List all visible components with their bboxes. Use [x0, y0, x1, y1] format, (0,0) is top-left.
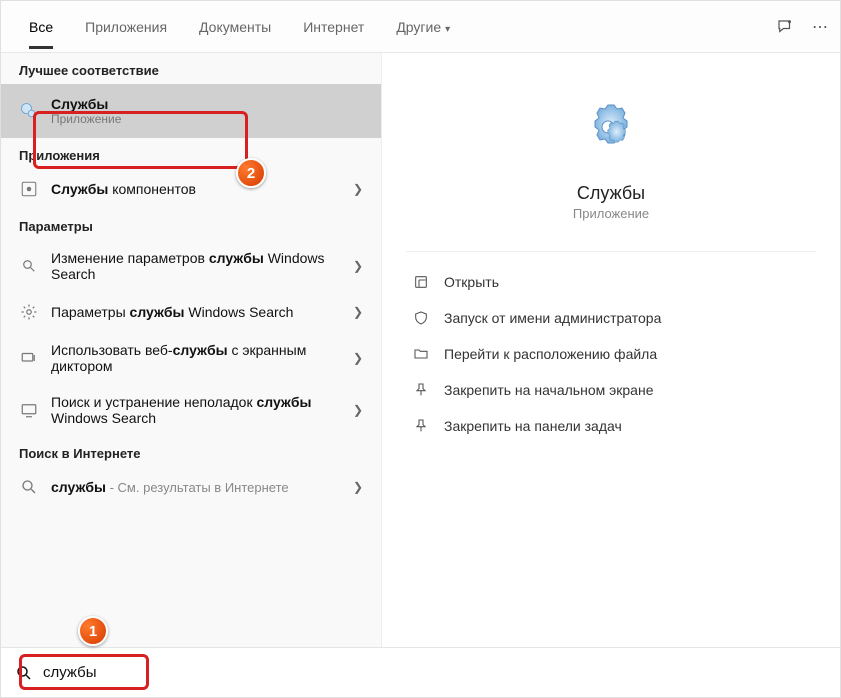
tab-docs[interactable]: Документы: [183, 5, 287, 49]
section-web: Поиск в Интернете: [1, 436, 381, 467]
results-panel: Лучшее соответствие Службы Приложение Пр…: [1, 53, 381, 647]
chevron-right-icon: ❯: [353, 480, 363, 494]
chevron-right-icon: ❯: [353, 259, 363, 273]
more-icon[interactable]: ⋯: [812, 17, 828, 37]
feedback-icon[interactable]: [776, 18, 794, 36]
section-best-match: Лучшее соответствие: [1, 53, 381, 84]
chevron-down-icon: ▾: [445, 24, 450, 35]
component-services-icon: [19, 179, 39, 199]
result-text-rest: компонентов: [108, 181, 196, 197]
tab-apps[interactable]: Приложения: [69, 5, 183, 49]
narrator-icon: [19, 348, 39, 368]
open-icon: [412, 273, 430, 291]
result-best-match[interactable]: Службы Приложение: [1, 84, 381, 138]
action-file-location[interactable]: Перейти к расположению файла: [406, 336, 816, 372]
result-setting-1[interactable]: Изменение параметров службы Windows Sear…: [1, 240, 381, 292]
services-large-icon: [579, 101, 643, 165]
action-open[interactable]: Открыть: [406, 264, 816, 300]
section-settings: Параметры: [1, 209, 381, 240]
gear-icon: [19, 302, 39, 322]
detail-panel: Службы Приложение Открыть Запуск от имен…: [381, 53, 840, 647]
search-input[interactable]: [43, 664, 826, 681]
chevron-right-icon: ❯: [353, 403, 363, 417]
pin-start-icon: [412, 381, 430, 399]
search-icon: [19, 477, 39, 497]
search-icon: [15, 664, 33, 682]
pin-task-icon: [412, 417, 430, 435]
detail-title: Службы: [577, 183, 645, 204]
tab-other[interactable]: Другие▾: [380, 5, 466, 49]
tab-all[interactable]: Все: [13, 5, 69, 49]
section-apps: Приложения: [1, 138, 381, 169]
chevron-right-icon: ❯: [353, 305, 363, 319]
search-bar: [1, 647, 840, 697]
result-setting-2[interactable]: Параметры службы Windows Search ❯: [1, 292, 381, 332]
admin-icon: [412, 309, 430, 327]
filter-tabs: Все Приложения Документы Интернет Другие…: [1, 1, 840, 53]
folder-icon: [412, 345, 430, 363]
result-setting-4[interactable]: Поиск и устранение неполадок службы Wind…: [1, 384, 381, 436]
result-title: Службы: [51, 96, 363, 112]
result-app-components[interactable]: Службы компонентов ❯: [1, 169, 381, 209]
action-run-admin[interactable]: Запуск от имени администратора: [406, 300, 816, 336]
result-web-search[interactable]: службы - См. результаты в Интернете ❯: [1, 467, 381, 507]
services-icon: [19, 101, 39, 121]
annotation-marker-1: 1: [78, 616, 108, 646]
chevron-right-icon: ❯: [353, 351, 363, 365]
annotation-marker-2: 2: [236, 158, 266, 188]
result-setting-3[interactable]: Использовать веб-службы с экранным дикто…: [1, 332, 381, 384]
result-subtitle: Приложение: [51, 112, 363, 126]
action-pin-start[interactable]: Закрепить на начальном экране: [406, 372, 816, 408]
tab-web[interactable]: Интернет: [287, 5, 380, 49]
result-text-bold: Службы: [51, 181, 108, 197]
action-pin-taskbar[interactable]: Закрепить на панели задач: [406, 408, 816, 444]
chevron-right-icon: ❯: [353, 182, 363, 196]
troubleshoot-icon: [19, 400, 39, 420]
detail-subtitle: Приложение: [573, 206, 649, 221]
search-settings-icon: [19, 256, 39, 276]
